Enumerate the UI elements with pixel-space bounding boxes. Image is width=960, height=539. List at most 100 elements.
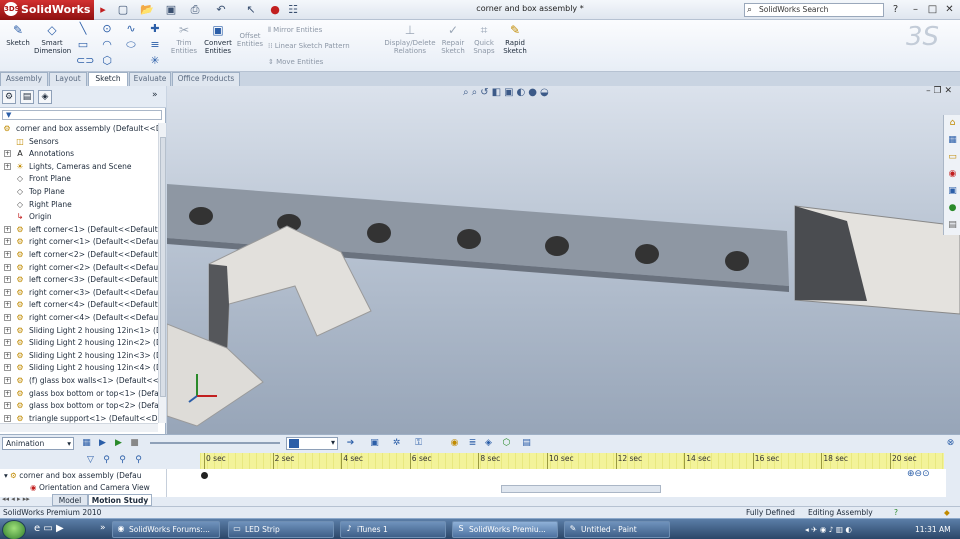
configuration-tab-icon[interactable]: ◈	[38, 90, 52, 104]
arc-icon[interactable]: ◠	[100, 38, 114, 51]
taskbar-overflow-icon[interactable]: »	[100, 523, 106, 533]
results-icon[interactable]: ▤	[520, 437, 533, 450]
linear-pattern-button[interactable]: ⁞⁞ Linear Sketch Pattern	[268, 42, 350, 50]
tree-item[interactable]: + ⚙ Sliding Light 2 housing 12in<3> (D	[0, 350, 158, 362]
tree-item[interactable]: + ⚙ Sliding Light 2 housing 12in<1> (D	[0, 325, 158, 337]
tab-assembly[interactable]: Assembly	[0, 72, 48, 86]
select-icon[interactable]: ↖	[244, 3, 258, 17]
taskbar-button[interactable]: ◉ SolidWorks Forums:...	[112, 521, 220, 538]
quick-snaps-button[interactable]: ⌗ Quick Snaps	[470, 23, 498, 55]
expand-icon[interactable]: +	[4, 364, 11, 372]
taskbar-button[interactable]: ▭ LED Strip	[228, 521, 334, 538]
status-help[interactable]: ?	[894, 507, 898, 518]
animation-wizard-icon[interactable]: ✲	[390, 437, 403, 450]
playback-mode-icon[interactable]: ➔	[344, 437, 357, 450]
ellipse-icon[interactable]: ⬭	[124, 38, 138, 52]
tree-item[interactable]: + ⚙ triangle support<1> (Default<<De	[0, 413, 158, 423]
file-explorer-icon[interactable]: ▭	[946, 151, 959, 164]
options-icon[interactable]: ☷	[286, 3, 300, 17]
tree-item[interactable]: + ⚙ left corner<3> (Default<<Default	[0, 274, 158, 286]
graphics-viewport[interactable]: ⌕⌕↺◧▣◐●◒ – ❐ ✕	[167, 86, 960, 434]
convert-entities-button[interactable]: ▣ Convert Entities	[202, 23, 234, 55]
spring-icon[interactable]: ≣	[466, 437, 479, 450]
playback-slider[interactable]	[150, 442, 280, 444]
menu-arrow-icon[interactable]: ▸	[96, 3, 110, 17]
point-icon[interactable]: ✚	[148, 22, 162, 35]
trim-button[interactable]: ✂ Trim Entities	[170, 23, 198, 55]
contact-icon[interactable]: ◈	[482, 437, 495, 450]
motion-tracks[interactable]: ⊕⊖⊙	[166, 469, 946, 497]
tray-icons[interactable]: ◂ ✈ ◉ ♪ ▥ ◐	[805, 525, 852, 534]
smart-dimension-button[interactable]: ◇ Smart Dimension	[34, 23, 71, 55]
tree-scrollbar[interactable]	[158, 123, 166, 423]
move-entities-button[interactable]: ⇕ Move Entities	[268, 58, 323, 66]
tree-item[interactable]: + ⚙ left corner<2> (Default<<Default	[0, 249, 158, 261]
rectangle-icon[interactable]: ▭	[76, 38, 90, 51]
media-icon[interactable]: ▶	[56, 523, 64, 534]
print-icon[interactable]: ⎙	[188, 3, 202, 17]
expand-icon[interactable]: +	[4, 162, 11, 170]
solidworks-logo[interactable]: 3DSSolidWorks	[0, 0, 94, 20]
expand-icon[interactable]: +	[4, 251, 11, 258]
play-icon[interactable]: ▶	[112, 437, 125, 450]
maximize-icon[interactable]: □	[925, 2, 940, 17]
offset-entities-button[interactable]: Offset Entities	[236, 32, 264, 48]
custom-properties-icon[interactable]: ▤	[946, 219, 959, 232]
open-icon[interactable]: 📂	[140, 3, 154, 17]
tree-item[interactable]: + ☀ Lights, Cameras and Scene	[0, 161, 158, 173]
folder-icon[interactable]: ▭	[43, 523, 56, 534]
expand-icon[interactable]: +	[4, 225, 11, 233]
new-icon[interactable]: ▢	[116, 3, 130, 17]
ie-icon[interactable]: e	[34, 523, 43, 534]
expand-icon[interactable]: +	[4, 314, 11, 321]
spline-icon[interactable]: ∿	[124, 22, 138, 35]
expand-icon[interactable]: +	[4, 326, 11, 334]
timeline-ruler[interactable]: 0 sec 2 sec 4 sec 6 sec 8 sec 10 sec 12 sec 14 …	[200, 453, 944, 469]
display-delete-relations-button[interactable]: ⊥ Display/Delete Relations	[384, 23, 436, 55]
save-icon[interactable]: ▣	[164, 3, 178, 17]
view-palette-icon[interactable]: ▣	[946, 185, 959, 198]
clock[interactable]: 11:31 AM	[915, 521, 951, 538]
tree-item[interactable]: ◇ Right Plane	[0, 199, 158, 211]
calculate-icon[interactable]: ▦	[80, 437, 93, 450]
tree-item[interactable]: + ⚙ (f) glass box walls<1> (Default<<D	[0, 375, 158, 387]
taskbar-button[interactable]: ✎ Untitled - Paint	[564, 521, 670, 538]
scrollbar-thumb[interactable]	[160, 137, 166, 397]
taskbar-button[interactable]: ♪ iTunes 1	[340, 521, 446, 538]
tab-scroll-arrows[interactable]: ◂◂ ◂ ▸ ▸▸	[2, 495, 30, 503]
appearances-icon[interactable]: ●	[946, 202, 959, 215]
sketch-button[interactable]: ✎ Sketch	[4, 23, 32, 47]
undo-icon[interactable]: ↶	[214, 3, 228, 17]
save-animation-icon[interactable]: ▣	[368, 437, 381, 450]
filter-selected-icon[interactable]: ⚲	[116, 454, 129, 467]
autokey-icon[interactable]: ⚿	[412, 437, 425, 450]
motor-icon[interactable]: ◉	[448, 437, 461, 450]
centerline-icon[interactable]: ≡	[148, 38, 162, 51]
tree-horizontal-scrollbar[interactable]	[0, 423, 158, 432]
motion-tree-camera[interactable]: ◉ Orientation and Camera View	[30, 483, 150, 492]
expand-icon[interactable]: +	[4, 389, 11, 397]
search-results-icon[interactable]: ◉	[946, 168, 959, 181]
mirror-entities-button[interactable]: ⫴ Mirror Entities	[268, 26, 322, 35]
expand-icon[interactable]: +	[4, 377, 11, 384]
zoom-out-icon[interactable]: ⊖	[915, 469, 923, 479]
filter-field[interactable]: ▼	[2, 110, 162, 120]
tree-item[interactable]: ◇ Front Plane	[0, 173, 158, 185]
expand-icon[interactable]: +	[4, 351, 11, 359]
expand-icon[interactable]: +	[4, 150, 11, 158]
taskbar-button[interactable]: S SolidWorks Premiu...	[452, 521, 558, 538]
tree-item[interactable]: + ⚙ left corner<4> (Default<<Default	[0, 299, 158, 311]
rebuild-icon[interactable]: ●	[268, 3, 282, 17]
tab-model[interactable]: Model	[52, 494, 88, 506]
tree-item[interactable]: ◫ Sensors	[0, 136, 158, 148]
collapse-motion-icon[interactable]: ⊗	[944, 437, 957, 450]
design-library-icon[interactable]: ▦	[946, 134, 959, 147]
tree-item[interactable]: + ⚙ Sliding Light 2 housing 12in<2> (D	[0, 337, 158, 349]
expand-icon[interactable]: +	[4, 288, 11, 296]
repair-sketch-button[interactable]: ✓ Repair Sketch	[440, 23, 466, 55]
tab-office-products[interactable]: Office Products	[172, 72, 240, 86]
filter-animated-icon[interactable]: ▽	[84, 454, 97, 467]
track-scrollbar[interactable]	[501, 485, 661, 493]
circle-icon[interactable]: ⊙	[100, 22, 114, 35]
study-type-select[interactable]: Animation ▾	[2, 437, 74, 450]
